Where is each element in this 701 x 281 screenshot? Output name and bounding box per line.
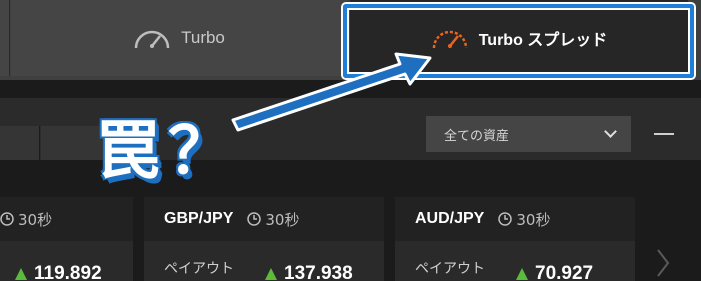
up-arrow-icon [516,268,528,280]
card-price-value: 70.927 [535,263,594,281]
card-price: 137.938 [264,263,353,281]
chevron-right-icon[interactable] [655,248,671,278]
card-body: ペイアウト 137.938 [144,241,384,281]
card-pair: GBP/JPY [164,210,234,227]
clock-icon [0,212,14,226]
card-header: 30秒 [0,197,133,241]
card-price-value: 119.892 [34,263,102,281]
up-arrow-icon [15,268,27,280]
asset-card[interactable]: GBP/JPY 30秒 ペイアウト 137.938 [144,197,384,281]
card-header: GBP/JPY 30秒 [144,197,384,241]
card-duration: 30秒 [265,210,300,229]
card-header: AUD/JPY 30秒 [395,197,635,241]
asset-card[interactable]: 30秒 119.892 [0,197,133,281]
asset-card[interactable]: AUD/JPY 30秒 ペイアウト 70.927 [395,197,635,281]
card-body: ペイアウト 70.927 [395,241,635,281]
card-pair: AUD/JPY [415,210,485,227]
clock-icon [498,212,513,226]
card-body: 119.892 [0,241,133,281]
card-duration: 30秒 [18,210,53,229]
callout-text: 罠？ [96,115,240,189]
card-price: 70.927 [515,263,593,281]
up-arrow-icon [265,268,277,280]
clock-icon [247,212,262,226]
card-payout-label: ペイアウト [164,261,234,277]
card-payout-label: ペイアウト [415,261,485,277]
card-duration: 30秒 [516,210,551,229]
card-price-value: 137.938 [284,263,353,281]
card-price: 119.892 [14,263,102,281]
